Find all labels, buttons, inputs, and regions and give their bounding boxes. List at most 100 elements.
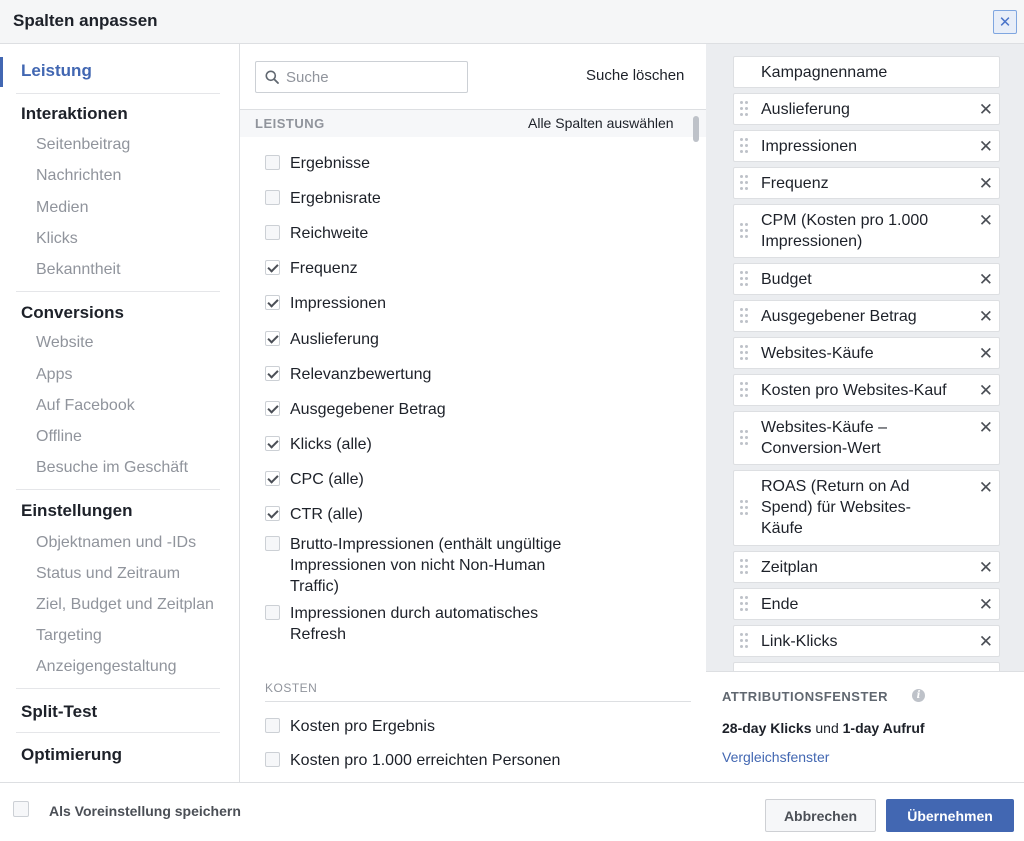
sidebar-section-optimierung[interactable]: Optimierung — [21, 745, 122, 765]
sidebar-item-status[interactable]: Status und Zeitraum — [36, 565, 180, 583]
column-card[interactable]: Websites-Käufe ✕ — [733, 337, 1000, 369]
remove-column-icon[interactable]: ✕ — [979, 382, 993, 399]
scrollbar-thumb[interactable] — [693, 116, 699, 142]
drag-handle-icon[interactable] — [740, 223, 750, 241]
sidebar-section-conversions[interactable]: Conversions — [21, 303, 124, 323]
sidebar-item-nachrichten[interactable]: Nachrichten — [36, 167, 121, 185]
remove-column-icon[interactable]: ✕ — [979, 212, 993, 229]
sidebar-item-medien[interactable]: Medien — [36, 199, 88, 217]
sidebar-section-split-test[interactable]: Split-Test — [21, 702, 97, 722]
metric-option[interactable]: Reichweite — [265, 223, 685, 244]
checkbox-checked[interactable] — [265, 506, 280, 521]
sidebar-item-bekanntheit[interactable]: Bekanntheit — [36, 261, 121, 279]
remove-column-icon[interactable]: ✕ — [979, 596, 993, 613]
metric-option[interactable]: CTR (alle) — [265, 504, 685, 525]
column-card[interactable]: Ausgegebener Betrag ✕ — [733, 300, 1000, 332]
sidebar-item-klicks[interactable]: Klicks — [36, 230, 78, 248]
remove-column-icon[interactable]: ✕ — [979, 271, 993, 288]
remove-column-icon[interactable]: ✕ — [979, 479, 993, 496]
clear-search-link[interactable]: Suche löschen — [586, 67, 684, 84]
metric-option[interactable]: Impressionen — [265, 293, 685, 314]
sidebar-item-ziel-budget[interactable]: Ziel, Budget und Zeitplan — [36, 596, 214, 614]
metric-option[interactable]: Klicks (alle) — [265, 434, 685, 455]
drag-handle-icon[interactable] — [740, 559, 750, 577]
checkbox[interactable] — [265, 536, 280, 551]
checkbox[interactable] — [265, 718, 280, 733]
checkbox-checked[interactable] — [265, 295, 280, 310]
drag-handle-icon[interactable] — [740, 138, 750, 156]
column-card[interactable]: Frequenz ✕ — [733, 167, 1000, 199]
column-card[interactable]: CPM (Kosten pro 1.000 Impressionen) ✕ — [733, 204, 1000, 258]
column-card[interactable]: ROAS (Return on Ad Spend) für Websites-K… — [733, 470, 1000, 546]
sidebar-item-besuche[interactable]: Besuche im Geschäft — [36, 459, 188, 477]
checkbox-checked[interactable] — [265, 471, 280, 486]
sidebar-item-auf-facebook[interactable]: Auf Facebook — [36, 397, 135, 415]
metric-option[interactable]: Relevanzbewertung — [265, 364, 685, 385]
sidebar-section-interaktionen[interactable]: Interaktionen — [21, 104, 128, 124]
cancel-button[interactable]: Abbrechen — [765, 799, 876, 832]
remove-column-icon[interactable]: ✕ — [979, 419, 993, 436]
remove-column-icon[interactable]: ✕ — [979, 101, 993, 118]
metric-option[interactable]: Frequenz — [265, 258, 685, 279]
metric-option[interactable]: Brutto-Impressionen (enthält ungültige I… — [265, 534, 685, 597]
checkbox-checked[interactable] — [265, 366, 280, 381]
checkbox[interactable] — [265, 190, 280, 205]
metric-option[interactable]: Kosten pro Ergebnis — [265, 716, 685, 737]
remove-column-icon[interactable]: ✕ — [979, 559, 993, 576]
remove-column-icon[interactable]: ✕ — [979, 175, 993, 192]
remove-column-icon[interactable]: ✕ — [979, 633, 993, 650]
search-box[interactable] — [255, 61, 468, 93]
checkbox[interactable] — [265, 155, 280, 170]
metric-option[interactable]: Ausgegebener Betrag — [265, 399, 685, 420]
drag-handle-icon[interactable] — [740, 308, 750, 326]
column-card[interactable]: Kosten pro Websites-Kauf ✕ — [733, 374, 1000, 406]
metric-option[interactable]: Impressionen durch automatisches Refresh — [265, 603, 685, 645]
column-card[interactable]: Zeitplan ✕ — [733, 551, 1000, 583]
drag-handle-icon[interactable] — [740, 175, 750, 193]
drag-handle-icon[interactable] — [740, 271, 750, 289]
metric-option[interactable]: Ergebnisse — [265, 153, 685, 174]
checkbox[interactable] — [265, 605, 280, 620]
drag-handle-icon[interactable] — [740, 596, 750, 614]
checkbox-checked[interactable] — [265, 260, 280, 275]
metric-option[interactable]: Ergebnisrate — [265, 188, 685, 209]
metric-option[interactable]: CPC (alle) — [265, 469, 685, 490]
drag-handle-icon[interactable] — [740, 345, 750, 363]
close-icon[interactable]: ✕ — [993, 10, 1017, 34]
sidebar-item-apps[interactable]: Apps — [36, 366, 72, 384]
sidebar-item-offline[interactable]: Offline — [36, 428, 82, 446]
sidebar-section-leistung[interactable]: Leistung — [21, 61, 92, 81]
drag-handle-icon[interactable] — [740, 500, 750, 518]
column-card[interactable]: Ende ✕ — [733, 588, 1000, 620]
column-card[interactable]: Budget ✕ — [733, 263, 1000, 295]
drag-handle-icon[interactable] — [740, 101, 750, 119]
column-card[interactable]: Impressionen ✕ — [733, 130, 1000, 162]
column-card[interactable]: Websites-Käufe – Conversion-Wert ✕ — [733, 411, 1000, 465]
sidebar-item-anzeigengestaltung[interactable]: Anzeigengestaltung — [36, 658, 177, 676]
column-card[interactable]: Link-Klicks ✕ — [733, 625, 1000, 657]
sidebar-section-einstellungen[interactable]: Einstellungen — [21, 501, 132, 521]
apply-button[interactable]: Übernehmen — [886, 799, 1014, 832]
search-input[interactable] — [286, 62, 466, 92]
sidebar-item-website[interactable]: Website — [36, 334, 94, 352]
checkbox-checked[interactable] — [265, 331, 280, 346]
select-all-link[interactable]: Alle Spalten auswählen — [528, 115, 674, 131]
drag-handle-icon[interactable] — [740, 430, 750, 448]
checkbox-checked[interactable] — [265, 401, 280, 416]
save-default-checkbox[interactable] — [13, 801, 29, 817]
drag-handle-icon[interactable] — [740, 382, 750, 400]
sidebar-item-targeting[interactable]: Targeting — [36, 627, 102, 645]
sidebar-item-seitenbeitrag[interactable]: Seitenbeitrag — [36, 136, 130, 154]
remove-column-icon[interactable]: ✕ — [979, 308, 993, 325]
remove-column-icon[interactable]: ✕ — [979, 138, 993, 155]
column-card[interactable]: Auslieferung ✕ — [733, 93, 1000, 125]
metric-option[interactable]: Kosten pro 1.000 erreichten Personen — [265, 750, 685, 771]
info-icon[interactable]: i — [912, 689, 925, 702]
sidebar-item-objektnamen[interactable]: Objektnamen und -IDs — [36, 534, 196, 552]
compare-windows-link[interactable]: Vergleichsfenster — [722, 749, 829, 765]
checkbox[interactable] — [265, 752, 280, 767]
save-default-label[interactable]: Als Voreinstellung speichern — [49, 803, 241, 819]
remove-column-icon[interactable]: ✕ — [979, 345, 993, 362]
checkbox[interactable] — [265, 225, 280, 240]
drag-handle-icon[interactable] — [740, 633, 750, 651]
